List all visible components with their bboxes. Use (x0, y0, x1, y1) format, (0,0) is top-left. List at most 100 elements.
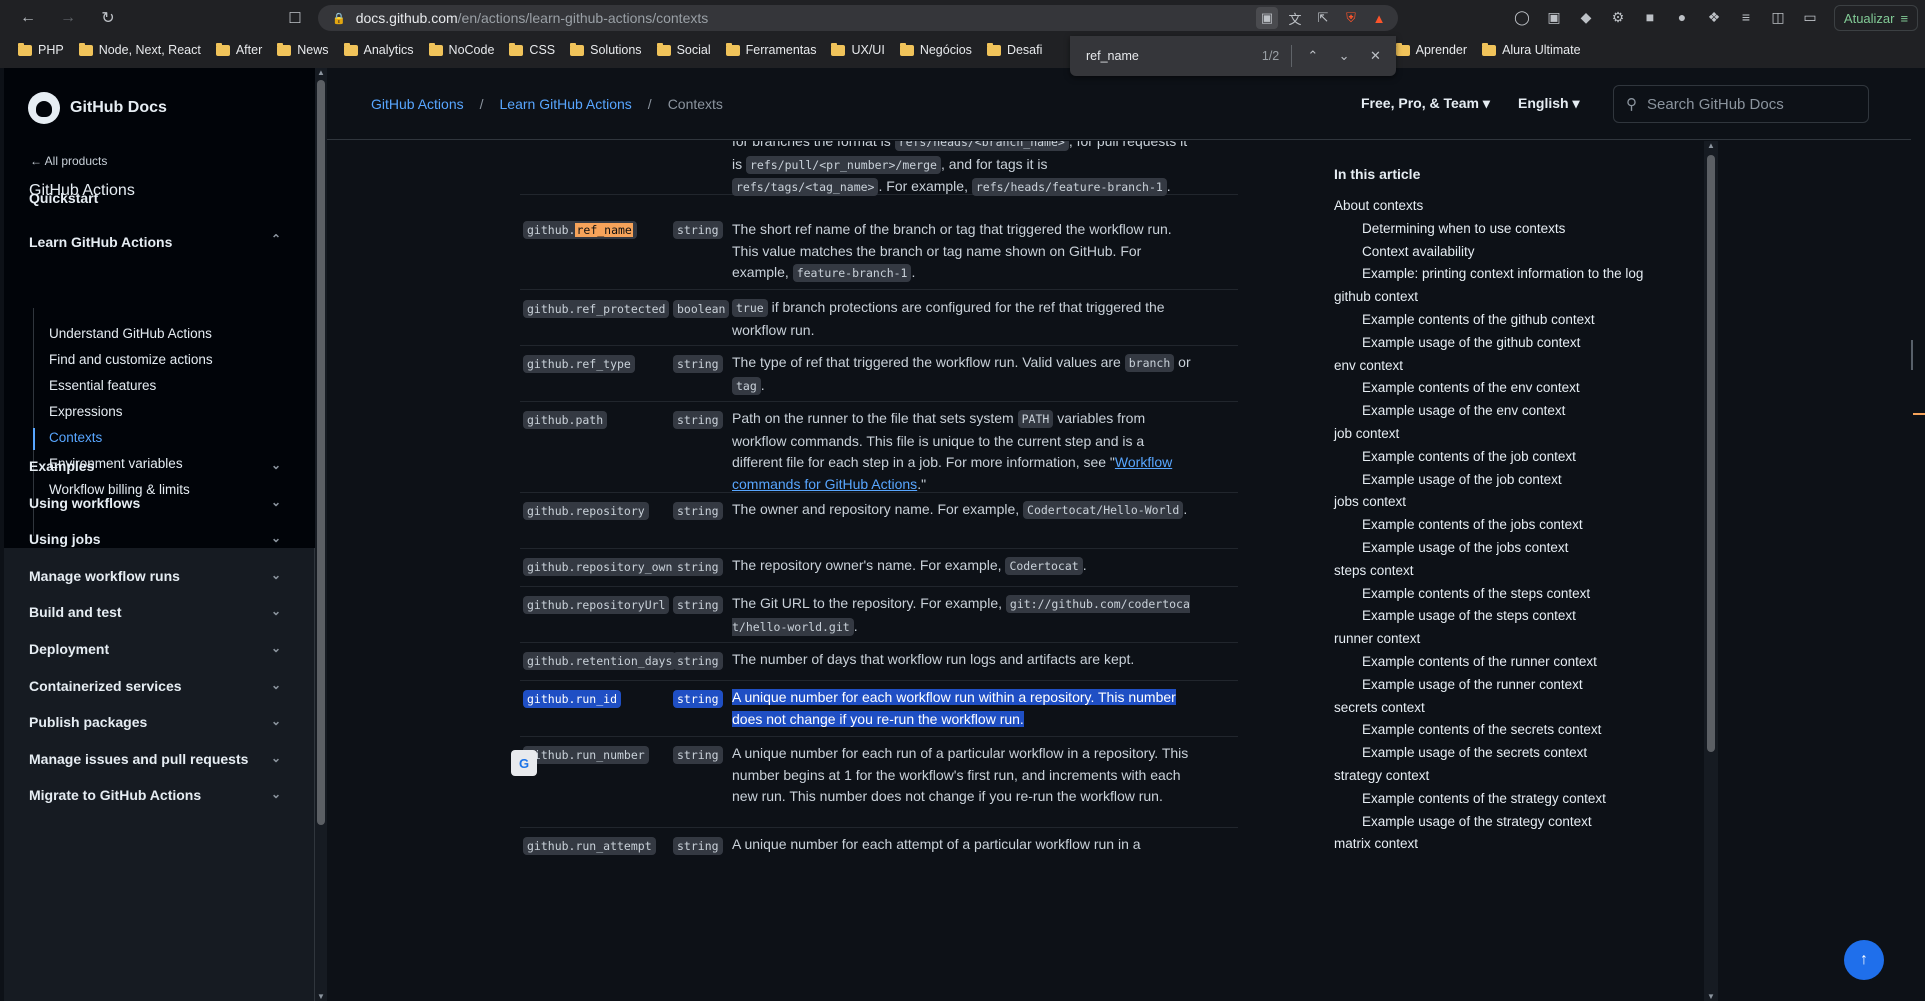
toc-item[interactable]: Example usage of the steps context (1362, 608, 1576, 623)
share-icon[interactable]: ⇱ (1312, 7, 1334, 29)
subnav-item[interactable]: Contexts (49, 430, 102, 445)
extension-translate-icon[interactable]: ▣ (1544, 7, 1564, 27)
bookmark-folder[interactable]: CSS (509, 42, 555, 57)
page-scrollbar[interactable] (1911, 68, 1925, 1001)
sidebar-section[interactable]: Containerized services ⌄ (29, 678, 299, 694)
bookmark-icon[interactable]: ☐ (282, 5, 308, 31)
sidebar-item-quickstart[interactable]: Quickstart (29, 190, 98, 206)
toc-item[interactable]: Example usage of the strategy context (1362, 814, 1592, 829)
toc-item[interactable]: Example contents of the github context (1362, 312, 1595, 327)
bookmark-folder[interactable]: Analytics (343, 42, 414, 57)
bookmark-folder[interactable]: Aprender (1395, 42, 1467, 57)
toc-item[interactable]: Example usage of the env context (1362, 403, 1565, 418)
toc-item[interactable]: About contexts (1334, 198, 1423, 213)
toc-item[interactable]: Example contents of the runner context (1362, 654, 1597, 669)
sidebar-scrollbar[interactable]: ▲ ▼ (315, 68, 327, 1001)
bookmark-folder[interactable]: News (277, 42, 329, 57)
toc-item[interactable]: secrets context (1334, 700, 1425, 715)
extension-toggle-icon[interactable]: ● (1672, 7, 1692, 27)
extension-glasses-icon[interactable]: ◯ (1512, 7, 1532, 27)
subnav-item[interactable]: Essential features (49, 378, 156, 393)
bookmark-folder[interactable]: PHP (18, 42, 64, 57)
reading-list-icon[interactable]: ≡ (1736, 7, 1756, 27)
toc-item[interactable]: Example usage of the job context (1362, 472, 1562, 487)
bookmark-folder[interactable]: After (215, 42, 262, 57)
toc-item[interactable]: jobs context (1334, 494, 1406, 509)
logo[interactable]: GitHub Docs (28, 92, 167, 124)
scroll-to-top-button[interactable]: ↑ (1844, 940, 1884, 980)
extension-puzzle-counter-icon[interactable]: ■ (1640, 7, 1660, 27)
forward-icon[interactable]: → (54, 4, 82, 32)
toc-item[interactable]: Example contents of the steps context (1362, 586, 1590, 601)
brave-shield-icon[interactable]: ⛨ (1340, 7, 1362, 29)
toc-item[interactable]: github context (1334, 289, 1418, 304)
bookmark-folder[interactable]: Social (656, 42, 711, 57)
breadcrumb-learn[interactable]: Learn GitHub Actions (500, 96, 632, 112)
sidebar-section[interactable]: Publish packages ⌄ (29, 714, 299, 730)
toc-item[interactable]: Example usage of the secrets context (1362, 745, 1587, 760)
sidebar-section[interactable]: Manage workflow runs ⌄ (29, 568, 299, 584)
toc-scroll-thumb[interactable] (1707, 155, 1715, 752)
find-close-icon[interactable]: ✕ (1365, 48, 1386, 64)
toc-item[interactable]: Example contents of the secrets context (1362, 722, 1601, 737)
toc-item[interactable]: Example usage of the runner context (1362, 677, 1583, 692)
sidebar-section[interactable]: Examples ⌄ (29, 458, 299, 474)
sidebar-item-learn[interactable]: Learn GitHub Actions ⌃ (29, 232, 299, 250)
language-dropdown[interactable]: English ▾ (1518, 95, 1579, 112)
breadcrumb-github-actions[interactable]: GitHub Actions (371, 96, 464, 112)
scroll-down-icon[interactable]: ▼ (315, 992, 327, 1001)
sidebar-section[interactable]: Using jobs ⌄ (29, 531, 299, 547)
toc-item[interactable]: Example usage of the github context (1362, 335, 1580, 350)
bookmark-folder[interactable]: Negócios (899, 42, 972, 57)
toc-item[interactable]: Example contents of the env context (1362, 380, 1580, 395)
extensions-puzzle-icon[interactable]: ❖ (1704, 7, 1724, 27)
translate-icon[interactable]: 文 (1284, 7, 1306, 29)
bookmark-folder[interactable]: Alura Ultimate (1482, 42, 1581, 57)
toc-item[interactable]: runner context (1334, 631, 1420, 646)
sidebar-section[interactable]: Manage issues and pull requests ⌄ (29, 751, 299, 767)
search-input[interactable]: ⚲ Search GitHub Docs (1613, 85, 1869, 123)
toc-item[interactable]: Example usage of the jobs context (1362, 540, 1568, 555)
scroll-down-icon[interactable]: ▼ (1704, 992, 1718, 1001)
find-next-icon[interactable]: ⌄ (1334, 48, 1355, 64)
toc-item[interactable]: Determining when to use contexts (1362, 221, 1565, 236)
plan-dropdown[interactable]: Free, Pro, & Team ▾ (1361, 95, 1490, 112)
sidebar-section[interactable]: Build and test ⌄ (29, 604, 299, 620)
subnav-item[interactable]: Find and customize actions (49, 352, 213, 367)
toc-item[interactable]: env context (1334, 358, 1403, 373)
address-bar[interactable]: 🔒 docs.github.com/en/actions/learn-githu… (318, 5, 1398, 31)
bookmark-folder[interactable]: NoCode (428, 42, 494, 57)
bookmark-folder[interactable]: UX/UI (831, 42, 885, 57)
toc-item[interactable]: Example contents of the strategy context (1362, 791, 1606, 806)
scroll-up-icon[interactable]: ▲ (315, 68, 327, 77)
subnav-item[interactable]: Expressions (49, 404, 123, 419)
update-button[interactable]: Atualizar ≡ (1834, 5, 1918, 31)
sidebar-scroll-thumb[interactable] (317, 80, 325, 825)
sidebar-section[interactable]: Deployment ⌄ (29, 641, 299, 657)
back-icon[interactable]: ← (14, 4, 42, 32)
find-prev-icon[interactable]: ⌃ (1302, 48, 1323, 64)
extension-gear-icon[interactable]: ⚙ (1608, 7, 1628, 27)
subnav-item[interactable]: Understand GitHub Actions (49, 326, 212, 341)
google-translate-icon[interactable]: G (511, 750, 537, 776)
toc-item[interactable]: matrix context (1334, 836, 1418, 851)
sidebar-toggle-icon[interactable]: ◫ (1768, 7, 1788, 27)
bookmark-folder[interactable]: Desafi (986, 42, 1042, 57)
toc-item[interactable]: job context (1334, 426, 1399, 441)
toc-item[interactable]: Example: printing context information to… (1362, 266, 1643, 281)
reload-icon[interactable]: ↻ (94, 4, 122, 32)
toc-item[interactable]: strategy context (1334, 768, 1429, 783)
wallet-icon[interactable]: ▭ (1800, 7, 1820, 27)
bookmark-folder[interactable]: Node, Next, React (78, 42, 201, 57)
sidebar-section[interactable]: Migrate to GitHub Actions ⌄ (29, 787, 299, 803)
scroll-up-icon[interactable]: ▲ (1704, 141, 1718, 150)
toc-item[interactable]: Context availability (1362, 244, 1475, 259)
toc-item[interactable]: steps context (1334, 563, 1414, 578)
find-input[interactable]: ref_name (1086, 49, 1241, 63)
toc-item[interactable]: Example contents of the job context (1362, 449, 1576, 464)
toc-item[interactable]: Example contents of the jobs context (1362, 517, 1583, 532)
bookmark-folder[interactable]: Ferramentas (725, 42, 816, 57)
all-products-link[interactable]: ← All products (30, 154, 107, 168)
extension-shield-icon[interactable]: ◆ (1576, 7, 1596, 27)
toc-scrollbar[interactable]: ▲ ▼ (1704, 141, 1718, 1001)
